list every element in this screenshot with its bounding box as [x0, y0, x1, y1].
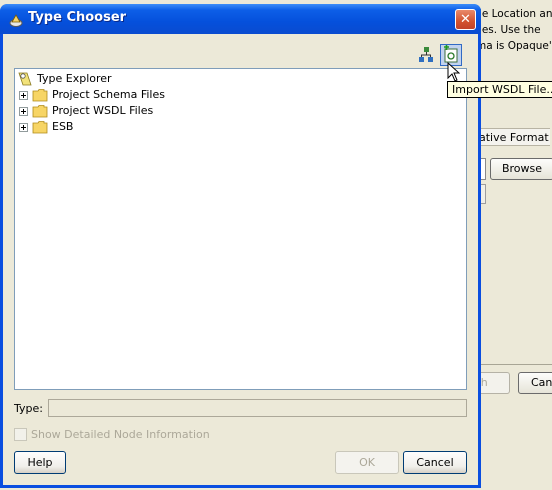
close-button[interactable]: ✕	[455, 9, 476, 30]
show-details-checkbox	[14, 428, 27, 441]
close-icon: ✕	[460, 12, 471, 27]
hierarchy-button[interactable]	[415, 44, 437, 66]
type-chooser-icon	[8, 12, 24, 28]
folder-icon	[32, 121, 48, 134]
dialog-body: Type Explorer Project Schema Files Proje…	[3, 34, 478, 485]
instruction-line: iles. Use the	[476, 24, 541, 36]
wizard-cancel-button[interactable]: Can	[518, 372, 552, 394]
tree-item-label: ESB	[52, 120, 74, 133]
browse-button[interactable]: Browse	[490, 158, 552, 180]
type-input	[48, 399, 467, 417]
tree-root[interactable]: Type Explorer	[17, 71, 112, 87]
divider	[470, 364, 552, 365]
tree-item[interactable]: Project Schema Files	[19, 87, 165, 103]
expand-icon[interactable]	[19, 122, 28, 132]
folder-icon	[32, 105, 48, 118]
tree-item-label: Project WSDL Files	[52, 104, 154, 117]
tree-root-label: Type Explorer	[37, 72, 112, 85]
type-explorer-tree[interactable]: Type Explorer Project Schema Files Proje…	[14, 68, 467, 390]
type-label: Type:	[14, 401, 43, 415]
show-details-label: Show Detailed Node Information	[31, 428, 210, 441]
title-bar[interactable]: Type Chooser ✕	[0, 4, 481, 34]
tree-item-label: Project Schema Files	[52, 88, 165, 101]
ok-button: OK	[335, 451, 399, 474]
cancel-button[interactable]: Cancel	[403, 451, 467, 474]
type-field-row: Type:	[14, 398, 467, 418]
dialog-title: Type Chooser	[28, 10, 127, 25]
tree-item[interactable]: Project WSDL Files	[19, 103, 153, 119]
folder-icon	[32, 89, 48, 102]
type-explorer-icon	[17, 71, 33, 87]
expand-icon[interactable]	[19, 106, 28, 116]
show-details-row: Show Detailed Node Information	[14, 428, 210, 441]
tree-item[interactable]: ESB	[19, 119, 73, 135]
cursor-icon	[447, 62, 460, 82]
hierarchy-icon	[419, 47, 433, 62]
tab-native-format[interactable]: ative Format	[470, 128, 550, 146]
import-wsdl-tooltip: Import WSDL File...	[447, 81, 552, 98]
background-instructions: ile Location an iles. Use the ma is Opaq…	[476, 6, 552, 54]
instruction-line: ma is Opaque',	[476, 40, 552, 52]
help-button[interactable]: Help	[14, 451, 66, 474]
instruction-line: ile Location an	[476, 8, 552, 20]
type-chooser-dialog: Type Chooser ✕ Type Explorer Project Sch…	[0, 4, 481, 488]
expand-icon[interactable]	[19, 90, 28, 100]
